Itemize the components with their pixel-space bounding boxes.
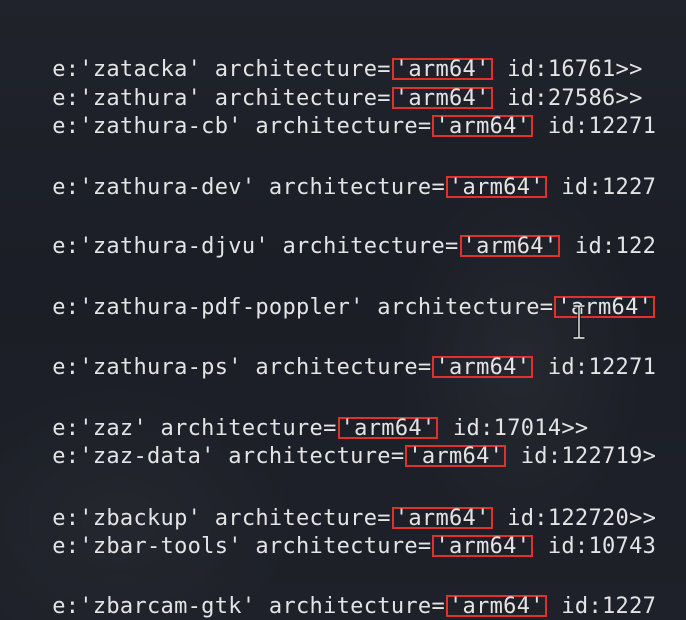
terminal-line: e:'zaz-data' architecture='arm64' id:122… (0, 418, 656, 469)
line-prefix: e:'zbarcam-gtk' architecture= (52, 594, 445, 619)
text-ibeam-cursor-icon (572, 305, 586, 339)
arch-highlight-box: 'arm64' (446, 176, 547, 199)
arch-highlight-box: 'arm64' (446, 595, 547, 618)
arch-highlight-box: 'arm64' (554, 296, 656, 319)
terminal-line: e:'zathura' architecture='arm64' id:2758… (0, 60, 643, 111)
line-prefix: e:'zathura-djvu' architecture= (52, 234, 459, 259)
terminal-line: e:'zathura-pdf-poppler' architecture='ar… (0, 269, 656, 320)
terminal-line: e:'zathura-djvu' architecture='arm64' id… (0, 208, 656, 259)
line-suffix: id:10743 (534, 534, 657, 559)
line-prefix: e:'zbar-tools' architecture= (52, 534, 432, 559)
arch-highlight-box: 'arm64' (432, 356, 534, 379)
line-prefix: e:'zathura-dev' architecture= (52, 175, 445, 200)
line-suffix: id:1227 (547, 594, 657, 619)
line-suffix: id:12271 (534, 114, 657, 139)
arch-highlight-box: 'arm64' (459, 235, 561, 258)
terminal-line: e:'zathura-cb' architecture='arm64' id:1… (0, 88, 656, 139)
line-prefix: e:'zaz-data' architecture= (52, 444, 405, 469)
line-prefix: e:'zathura-cb' architecture= (52, 114, 432, 139)
line-prefix: e:'zathura-pdf-poppler' architecture= (52, 295, 554, 320)
line-suffix: id:12271 (534, 355, 657, 380)
arch-highlight-box: 'arm64' (432, 115, 534, 138)
terminal-line: e:'zbarcam-gtk' architecture='arm64' id:… (0, 568, 656, 619)
arch-highlight-box: 'arm64' (432, 535, 534, 558)
line-suffix: id:122 (561, 234, 657, 259)
line-suffix: id:1227 (547, 175, 657, 200)
line-suffix: id:122719> (507, 444, 657, 469)
terminal-line: e:'zatacka' architecture='arm64' id:1676… (0, 31, 643, 82)
terminal-line: e:'zbackup' architecture='arm64' id:1227… (0, 480, 656, 531)
terminal-output[interactable]: e:'zatacka' architecture='arm64' id:1676… (0, 0, 686, 620)
terminal-line: e:'zaz' architecture='arm64' id:17014>> (0, 390, 588, 441)
line-prefix: e:'zathura-ps' architecture= (52, 355, 432, 380)
terminal-line: e:'zbar-tools' architecture='arm64' id:1… (0, 508, 656, 559)
terminal-line: e:'zathura-ps' architecture='arm64' id:1… (0, 329, 656, 380)
terminal-line: e:'zathura-dev' architecture='arm64' id:… (0, 149, 656, 200)
arch-highlight-box: 'arm64' (405, 445, 507, 468)
